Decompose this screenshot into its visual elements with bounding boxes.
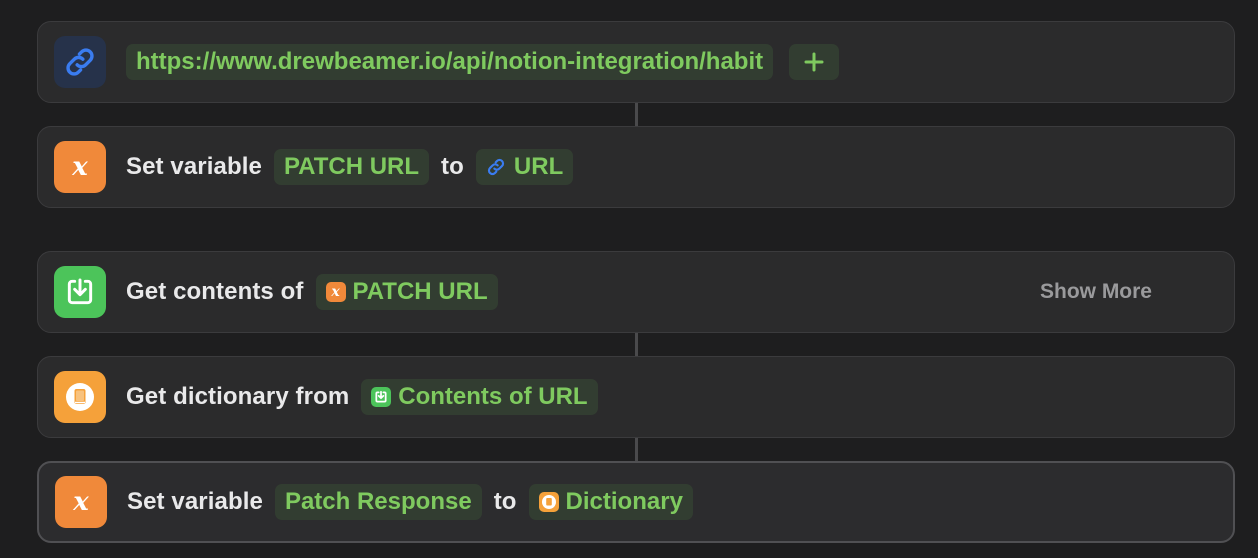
- action-label: Set variable: [126, 153, 262, 180]
- link-icon: [54, 36, 106, 88]
- set-variable-action-card[interactable]: x Set variable PATCH URL to URL: [37, 126, 1235, 208]
- action-label: Get contents of: [126, 278, 304, 305]
- get-dictionary-content: Get dictionary from Contents of URL: [126, 357, 610, 437]
- to-label: to: [493, 488, 517, 515]
- variable-icon: x: [54, 141, 106, 193]
- show-more-button[interactable]: Show More: [1040, 280, 1152, 304]
- action-label: Get dictionary from: [126, 383, 350, 410]
- variable-icon: x: [325, 282, 346, 302]
- to-label: to: [441, 153, 464, 180]
- url-action-card[interactable]: https://www.drewbeamer.io/api/notion-int…: [37, 21, 1235, 103]
- dictionary-value-token[interactable]: Dictionary: [528, 484, 693, 520]
- get-dictionary-action-card[interactable]: Get dictionary from Contents of URL: [37, 356, 1235, 438]
- url-value-token[interactable]: URL: [475, 149, 574, 185]
- action-label: Set variable: [127, 488, 263, 515]
- get-contents-content: Get contents of x PATCH URL: [126, 252, 510, 332]
- plus-icon: [804, 52, 824, 72]
- dictionary-icon: [54, 371, 106, 423]
- token-label: URL: [513, 153, 564, 180]
- variable-name-token[interactable]: PATCH URL: [273, 149, 430, 185]
- set-variable-content: Set variable Patch Response to Dictionar…: [127, 463, 705, 541]
- flow-connector: [635, 333, 638, 356]
- variable-icon: x: [55, 476, 107, 528]
- add-url-button[interactable]: [789, 44, 840, 80]
- token-label: Dictionary: [565, 488, 683, 515]
- variable-name-token[interactable]: Patch Response: [274, 484, 482, 520]
- flow-connector: [635, 103, 638, 126]
- url-action-content: https://www.drewbeamer.io/api/notion-int…: [126, 22, 840, 102]
- flow-connector: [635, 438, 638, 461]
- set-variable-content: Set variable PATCH URL to URL: [126, 127, 585, 207]
- download-icon: [54, 266, 106, 318]
- url-value-field[interactable]: https://www.drewbeamer.io/api/notion-int…: [126, 44, 774, 80]
- patch-url-input-token[interactable]: x PATCH URL: [315, 274, 498, 310]
- get-contents-action-card[interactable]: Get contents of x PATCH URL Show More: [37, 251, 1235, 333]
- token-label: PATCH URL: [352, 278, 488, 305]
- download-icon: [371, 387, 392, 407]
- dictionary-icon: [538, 492, 559, 512]
- contents-of-url-token[interactable]: Contents of URL: [361, 379, 598, 415]
- link-icon: [486, 157, 506, 177]
- set-variable-action-card[interactable]: x Set variable Patch Response to Diction…: [37, 461, 1235, 543]
- token-label: Contents of URL: [398, 383, 588, 410]
- shortcut-editor: https://www.drewbeamer.io/api/notion-int…: [0, 0, 1258, 558]
